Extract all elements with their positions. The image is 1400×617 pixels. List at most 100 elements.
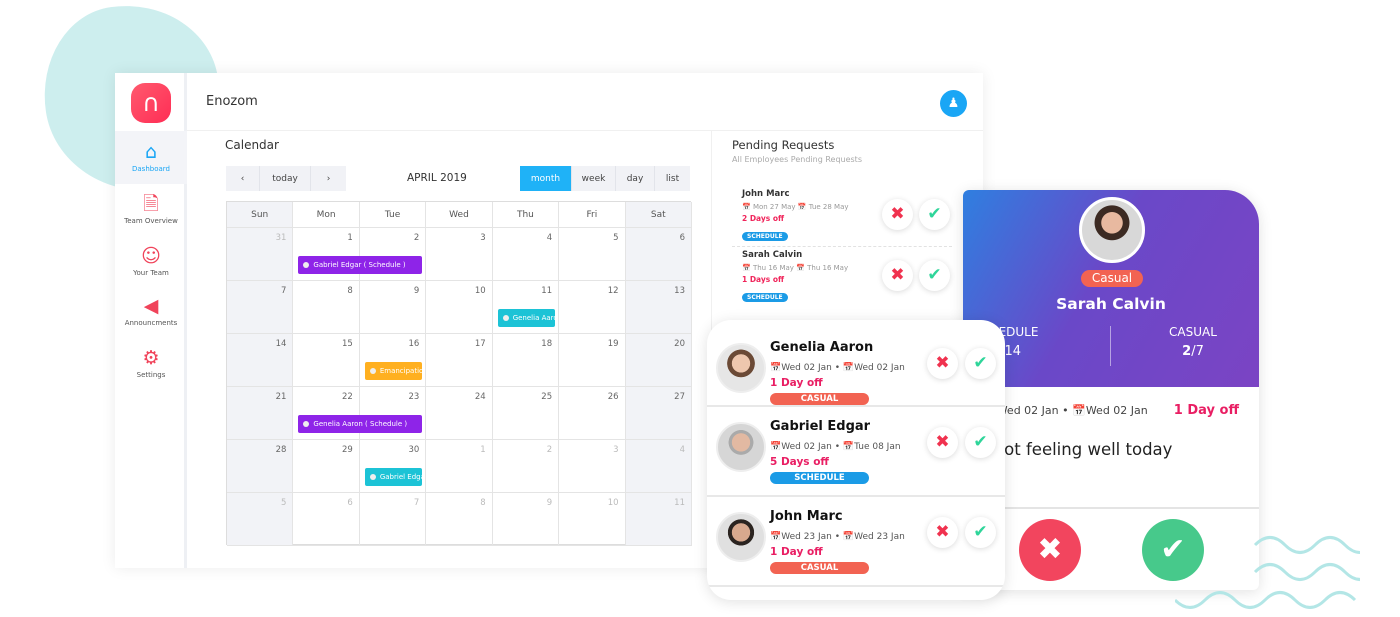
day-cell[interactable]: 17 (426, 334, 493, 387)
calendar-icon: 📅 (842, 442, 855, 452)
reject-button[interactable]: ✖ (882, 199, 913, 230)
day-cell[interactable]: 7 (359, 493, 427, 546)
calendar-grid: Sun Mon Tue Wed Thu Fri Sat 31 1 2 3 4 5 6 7 8 9 10 11 12 13… (226, 201, 692, 546)
pending-subtitle: All Employees Pending Requests (732, 155, 862, 164)
request-row: Genelia Aaron 📅Wed 02 Jan • 📅Wed 02 Jan … (707, 330, 1005, 407)
type-badge: SCHEDULE (770, 472, 869, 484)
user-avatar-button[interactable]: ♟ (940, 90, 967, 117)
day-cell[interactable]: 6 (293, 493, 360, 546)
weekday-header: Sat (625, 202, 692, 228)
today-button[interactable]: today (260, 166, 311, 191)
day-cell[interactable]: 11 (625, 493, 692, 546)
day-cell[interactable]: 19 (559, 334, 626, 387)
day-cell[interactable]: 3 (559, 440, 626, 493)
day-cell[interactable]: 5 (559, 228, 626, 281)
chevron-left-icon: ‹ (240, 173, 245, 184)
view-week-tab[interactable]: week (572, 166, 616, 191)
day-cell[interactable]: 20 (625, 334, 692, 387)
approve-button[interactable]: ✔ (919, 260, 950, 291)
decorative-waves (1175, 536, 1360, 609)
employee-name: John Marc (770, 509, 843, 524)
employee-avatar (716, 422, 766, 472)
calendar-event[interactable]: Gabriel Edgar ( Schedule ) (298, 256, 423, 274)
enozom-logo[interactable]: ∩ (131, 83, 171, 123)
day-cell[interactable]: 14 (227, 334, 294, 387)
view-day-tab[interactable]: day (616, 166, 655, 191)
calendar-icon: 📅 (842, 363, 855, 373)
approve-button[interactable]: ✔ (965, 348, 996, 379)
approve-button[interactable]: ✔ (965, 427, 996, 458)
calendar-event[interactable]: Genelia Aaron ( Schedule ) (298, 415, 423, 433)
next-button[interactable]: › (311, 166, 346, 191)
document-icon: 🗎 (143, 193, 159, 215)
home-icon: ⌂ (144, 141, 158, 163)
calendar-icon: 📅 (842, 532, 855, 542)
calendar-title: Calendar (225, 138, 279, 152)
calendar-icon: 📅 (770, 363, 782, 373)
day-cell[interactable]: 5 (227, 493, 294, 546)
day-cell[interactable]: 27 (625, 387, 692, 440)
calendar-event[interactable]: Genelia Aaron (497, 309, 556, 327)
day-cell[interactable]: 21 (227, 387, 294, 440)
day-cell[interactable]: 15 (293, 334, 360, 387)
day-cell[interactable]: 8 (293, 281, 360, 334)
day-cell[interactable]: 31 (227, 228, 294, 281)
type-badge: SCHEDULE (742, 232, 788, 241)
reject-button[interactable]: ✖ (1019, 519, 1081, 581)
type-badge: CASUAL (770, 562, 869, 574)
reject-button[interactable]: ✖ (882, 260, 913, 291)
day-cell[interactable]: 10 (559, 493, 626, 546)
sidebar-item-team-overview[interactable]: 🗎 Team Overview (115, 193, 187, 225)
weekday-header: Fri (559, 202, 626, 228)
day-cell[interactable]: 18 (492, 334, 560, 387)
reject-button[interactable]: ✖ (927, 517, 958, 548)
view-month-tab[interactable]: month (520, 166, 572, 191)
calendar-event[interactable]: Emancipation Day (364, 362, 423, 380)
day-cell[interactable]: 1 (426, 440, 493, 493)
day-cell[interactable]: 6 (625, 228, 692, 281)
calendar-icon: 📅 (797, 203, 807, 211)
approve-button[interactable]: ✔ (919, 199, 950, 230)
view-list-tab[interactable]: list (655, 166, 690, 191)
day-cell[interactable]: 3 (426, 228, 493, 281)
leave-dates: 📅Wed 02 Jan • 📅Wed 02 Jan (770, 363, 905, 373)
reject-button[interactable]: ✖ (927, 348, 958, 379)
day-cell[interactable]: 7 (227, 281, 294, 334)
employee-name: Genelia Aaron (770, 340, 874, 355)
day-cell[interactable]: 8 (426, 493, 493, 546)
day-cell[interactable]: 9 (492, 493, 560, 546)
day-cell[interactable]: 28 (227, 440, 294, 493)
day-cell[interactable]: 10 (426, 281, 493, 334)
weekday-header: Tue (359, 202, 427, 228)
leave-dates: 📅Wed 23 Jan • 📅Wed 23 Jan (770, 532, 905, 542)
day-cell[interactable]: 29 (293, 440, 360, 493)
reject-button[interactable]: ✖ (927, 427, 958, 458)
days-off: 1 Day off (770, 546, 823, 558)
leave-dates: 📅Wed 02 Jan • 📅Wed 02 Jan (983, 404, 1148, 417)
sidebar-item-settings[interactable]: ⚙ Settings (115, 347, 187, 379)
gear-icon: ⚙ (142, 347, 160, 369)
divider (963, 507, 1259, 509)
day-cell[interactable]: 24 (426, 387, 493, 440)
sidebar: ∩ ⌂ Dashboard 🗎 Team Overview ☺ Your Team ◀… (115, 73, 187, 568)
day-cell[interactable]: 25 (492, 387, 560, 440)
day-cell[interactable]: 9 (359, 281, 427, 334)
day-cell[interactable]: 26 (559, 387, 626, 440)
app-title: Enozom (206, 94, 258, 109)
day-cell[interactable]: 4 (625, 440, 692, 493)
day-cell[interactable]: 12 (559, 281, 626, 334)
approve-button[interactable]: ✔ (965, 517, 996, 548)
prev-button[interactable]: ‹ (226, 166, 260, 191)
day-cell[interactable]: 13 (625, 281, 692, 334)
day-cell[interactable]: 4 (492, 228, 560, 281)
top-header: Enozom ♟ (187, 73, 983, 131)
request-row: John Marc 📅Wed 23 Jan • 📅Wed 23 Jan 1 Da… (707, 499, 1005, 587)
days-off: 5 Days off (770, 456, 829, 468)
sidebar-item-your-team[interactable]: ☺ Your Team (115, 245, 187, 277)
sidebar-item-announcments[interactable]: ◀ Announcments (115, 295, 187, 327)
calendar-event[interactable]: Gabriel Edgar (364, 468, 423, 486)
weekday-header: Thu (492, 202, 560, 228)
stat-casual: CASUAL 2/7 (1169, 325, 1217, 359)
day-cell[interactable]: 2 (492, 440, 560, 493)
sidebar-item-dashboard[interactable]: ⌂ Dashboard (115, 131, 187, 184)
